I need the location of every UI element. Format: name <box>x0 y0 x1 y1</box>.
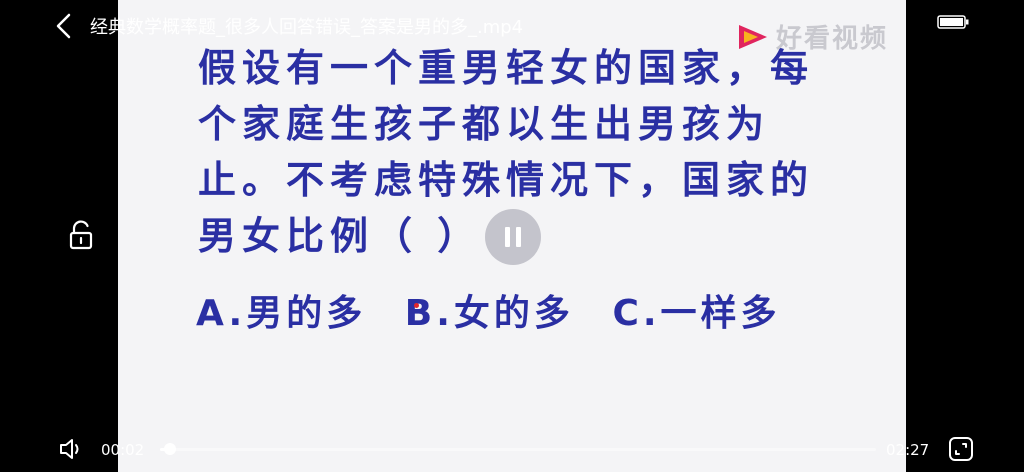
unlock-icon[interactable] <box>67 220 95 250</box>
battery-icon <box>937 15 969 29</box>
video-title: 经典数学概率题_很多人回答错误_答案是男的多_.mp4 <box>90 17 524 38</box>
option-b: B.女的多 <box>404 293 574 334</box>
progress-thumb[interactable] <box>164 443 177 455</box>
control-bar: 00:02 02:27 <box>0 430 1024 472</box>
option-c: C.一样多 <box>612 293 781 334</box>
pause-button[interactable] <box>485 209 541 265</box>
question-line: 个家庭生孩子都以生出男孩为 <box>198 102 771 146</box>
rotate-screen-icon[interactable] <box>948 436 974 462</box>
current-time: 00:02 <box>101 441 145 459</box>
top-bar: 经典数学概率题_很多人回答错误_答案是男的多_.mp4 <box>0 0 1024 52</box>
progress-bar[interactable] <box>160 443 876 455</box>
pause-icon <box>505 227 510 247</box>
pause-icon <box>516 227 521 247</box>
total-time: 02:27 <box>886 441 930 459</box>
question-line: 止。不考虑特殊情况下，国家的 <box>198 158 815 202</box>
back-arrow-icon[interactable] <box>52 12 76 40</box>
red-dot <box>414 303 419 308</box>
volume-icon[interactable] <box>58 437 84 461</box>
option-a: A.男的多 <box>196 293 367 334</box>
answer-options: A.男的多 B.女的多 C.一样多 <box>196 284 803 336</box>
